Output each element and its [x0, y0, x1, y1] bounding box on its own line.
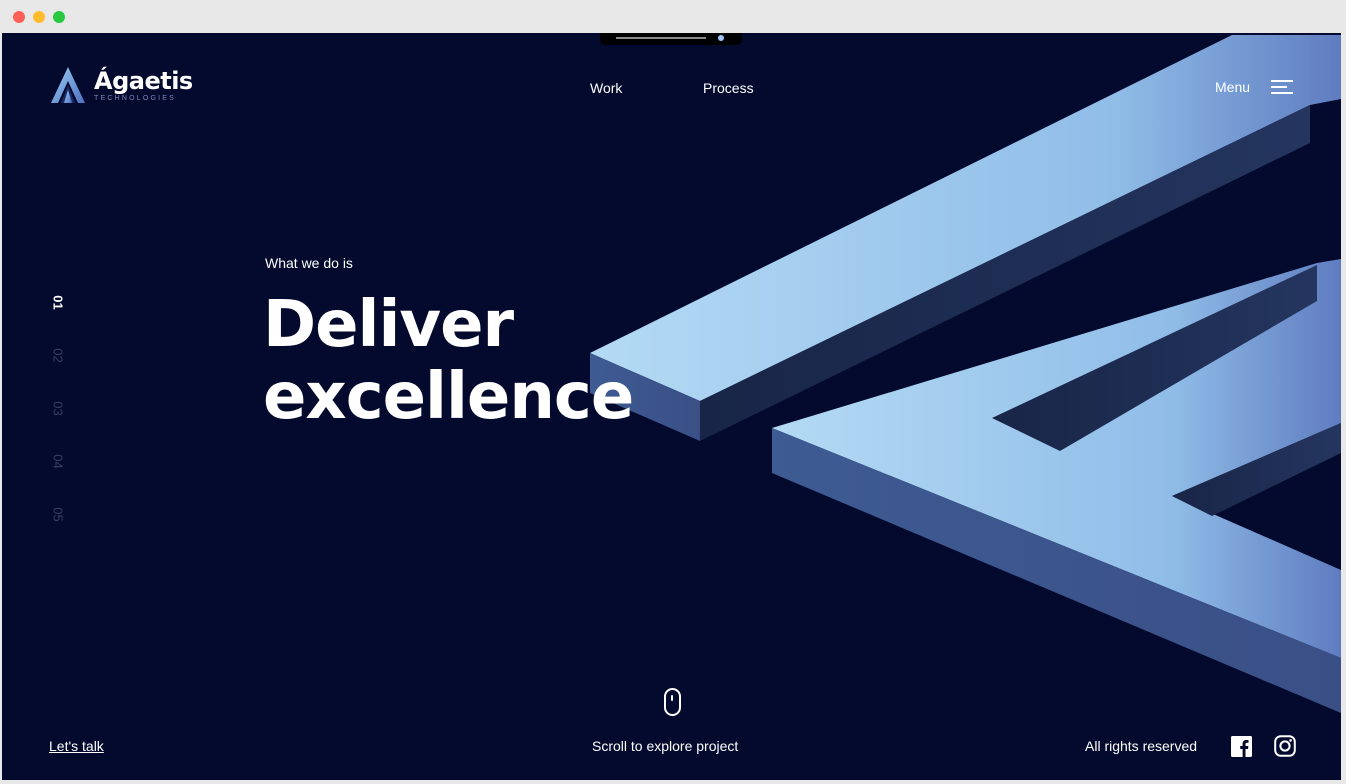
notch-bar: [616, 37, 706, 39]
logo-text: Ágaetis TECHNOLOGIES: [94, 68, 193, 102]
agaetis-logo-icon: [51, 67, 85, 103]
pager-item-04[interactable]: 04: [51, 454, 66, 470]
close-window-button[interactable]: [13, 11, 25, 23]
menu-label: Menu: [1215, 79, 1251, 95]
nav-link-work[interactable]: Work: [590, 80, 622, 96]
brand-tagline: TECHNOLOGIES: [94, 95, 177, 102]
maximize-window-button[interactable]: [53, 11, 65, 23]
mouse-icon: [664, 688, 681, 716]
site-logo[interactable]: Ágaetis TECHNOLOGIES: [50, 65, 193, 105]
pager-item-02[interactable]: 02: [51, 348, 66, 364]
hero-headline: Deliver excellence: [263, 288, 634, 434]
instagram-icon[interactable]: [1274, 735, 1296, 757]
website-viewport: Ágaetis TECHNOLOGIES Work Process Menu 0…: [2, 33, 1341, 780]
hero-eyebrow: What we do is: [265, 255, 353, 271]
pager-item-03[interactable]: 03: [51, 401, 66, 417]
hamburger-icon: [1271, 80, 1294, 94]
hero-headline-line1: Deliver: [263, 288, 514, 362]
lets-talk-link[interactable]: Let's talk: [49, 738, 104, 754]
camera-dot: [718, 35, 724, 41]
minimize-window-button[interactable]: [33, 11, 45, 23]
hero-3d-a-shape: [590, 35, 1341, 713]
camera-notch: [600, 33, 742, 45]
pager-item-01[interactable]: 01: [51, 295, 66, 311]
pager-item-05[interactable]: 05: [51, 507, 66, 523]
brand-name: Ágaetis: [94, 67, 193, 95]
copyright-text: All rights reserved: [1085, 738, 1198, 754]
browser-titlebar: [0, 0, 1346, 33]
browser-bottom-edge: [0, 780, 1346, 784]
menu-button[interactable]: Menu: [1215, 79, 1294, 95]
scroll-hint: Scroll to explore project: [592, 738, 739, 754]
nav-link-process[interactable]: Process: [703, 80, 754, 96]
hero-headline-line2: excellence: [263, 360, 634, 434]
facebook-icon[interactable]: [1231, 736, 1252, 757]
